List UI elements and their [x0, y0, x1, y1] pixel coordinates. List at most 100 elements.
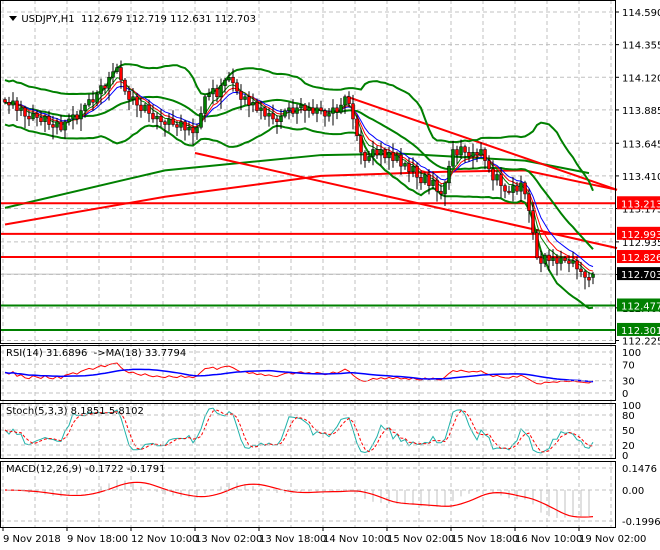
candle-body — [291, 107, 295, 114]
candle-body — [371, 149, 375, 157]
macd-tick-label: 0.00 — [622, 486, 644, 497]
macd-tick-label: -0.1996 — [622, 517, 660, 528]
candle-body — [431, 179, 435, 186]
candle-body — [243, 96, 247, 100]
candle-body — [575, 260, 579, 270]
candle-body — [171, 118, 175, 125]
candle-body — [487, 160, 491, 170]
candle-body — [435, 179, 439, 192]
candle-body — [419, 177, 423, 184]
candle-body — [163, 121, 167, 125]
candle-body — [127, 90, 131, 100]
candle-body — [155, 115, 159, 120]
ohlc-values: 112.679 112.719 112.631 112.703 — [81, 14, 256, 25]
candle-body — [267, 113, 271, 117]
candle-body — [295, 107, 299, 114]
candle-body — [527, 193, 531, 211]
candle-body — [511, 185, 515, 193]
candle-body — [167, 118, 171, 125]
candle-body — [83, 104, 87, 111]
candle-body — [215, 88, 219, 97]
chart-header: USDJPY,H1 112.679 112.719 112.631 112.70… — [3, 3, 256, 25]
time-tick-label: 9 Nov 18:00 — [67, 534, 128, 545]
candle-body — [151, 113, 155, 120]
candle-body — [23, 107, 27, 117]
candle-body — [439, 190, 443, 195]
candle-body — [367, 156, 371, 161]
macd-histogram — [12, 479, 590, 518]
time-tick-label: 15 Nov 18:00 — [451, 534, 518, 545]
rsi-ma-line — [4, 368, 594, 383]
price-tick-label: 113.410 — [622, 172, 660, 183]
candle-body — [179, 121, 183, 128]
candle-body — [283, 110, 287, 117]
candle-body — [379, 149, 383, 156]
candle-body — [447, 165, 451, 184]
candle-body — [223, 79, 227, 86]
time-tick-label: 13 Nov 02:00 — [195, 534, 262, 545]
candle-body — [207, 93, 211, 97]
candle-body — [191, 127, 195, 134]
candle-body — [3, 99, 7, 103]
candle-body — [139, 104, 143, 111]
candle-body — [135, 96, 139, 106]
candle-body — [279, 115, 283, 122]
candle-body — [583, 271, 587, 278]
candle-body — [71, 114, 75, 120]
price-tick-label: 113.885 — [622, 106, 660, 117]
candle-body — [203, 96, 207, 114]
candle-body — [399, 154, 403, 167]
price-tick-label: 112.225 — [622, 336, 660, 347]
candle-body — [43, 115, 47, 122]
candle-body — [107, 77, 111, 89]
candle-body — [51, 124, 55, 128]
candle-body — [103, 85, 107, 89]
candle-body — [523, 182, 527, 195]
candle-body — [131, 96, 135, 100]
candle-body — [483, 149, 487, 161]
candle-body — [299, 104, 303, 109]
candle-body — [491, 168, 495, 181]
candle-body — [323, 110, 327, 117]
stoch-label: Stoch(5,3,3) 8.1851 5.8102 — [6, 406, 144, 417]
candle-body — [555, 257, 559, 264]
candle-body — [551, 257, 555, 261]
candle-body — [75, 114, 79, 120]
candle-body — [531, 210, 535, 234]
price-tick-label: 114.355 — [622, 41, 660, 52]
price-tick-label: 114.120 — [622, 73, 660, 84]
candle-body — [231, 77, 235, 84]
candle-body — [111, 71, 115, 78]
stoch-tick-label: 50 — [622, 426, 635, 437]
candle-body — [67, 118, 71, 122]
candle-body — [211, 88, 215, 95]
candle-body — [159, 115, 163, 122]
price-badge-label: 112.477 — [621, 301, 660, 312]
panel-border-main — [0, 0, 616, 344]
candle-body — [563, 257, 567, 261]
candle-body — [407, 163, 411, 172]
candle-body — [79, 110, 83, 120]
candle-body — [219, 85, 223, 97]
macd-tick-label: 0.1476 — [622, 464, 657, 475]
candle-body — [535, 232, 539, 259]
candle-body — [387, 152, 391, 159]
triangle-down-icon[interactable] — [9, 16, 18, 21]
candle-body — [467, 152, 471, 157]
candle-body — [183, 121, 187, 131]
candle-body — [559, 257, 563, 264]
candle-body — [475, 152, 479, 156]
candle-body — [199, 113, 203, 128]
rsi-tick-label: 100 — [622, 348, 641, 359]
rsi-tick-label: 0 — [622, 389, 628, 400]
candle-body — [339, 104, 343, 113]
candle-body — [355, 118, 359, 136]
candle-body — [19, 107, 23, 111]
time-tick-label: 14 Nov 10:00 — [323, 534, 390, 545]
candle-body — [311, 107, 315, 114]
candle-body — [59, 121, 63, 131]
candle-body — [95, 93, 99, 103]
symbol-label: USDJPY,H1 — [21, 14, 75, 25]
price-badge-label: 113.213 — [621, 199, 660, 210]
candle-body — [411, 165, 415, 172]
